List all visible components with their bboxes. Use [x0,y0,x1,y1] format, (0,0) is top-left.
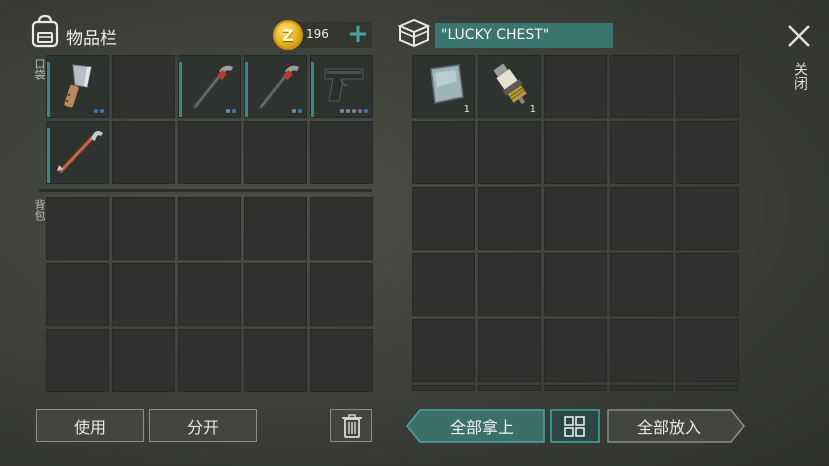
take-all-label: 全部拿上 [449,418,514,437]
backpack-slot[interactable] [178,263,241,326]
chest-slot[interactable] [610,187,673,250]
chest-slot[interactable] [676,187,739,250]
item-quantity: 1 [463,104,470,115]
chest-slot[interactable] [544,55,607,118]
pocket-slot[interactable] [244,55,307,118]
chest-slot[interactable] [412,253,475,316]
rarity-dots [292,109,302,113]
backpack-slot[interactable] [310,329,373,392]
rarity-bar [47,62,50,117]
chest-icon [397,18,431,48]
backpack-slot[interactable] [46,197,109,260]
chest-slot[interactable] [412,319,475,382]
chest-slot[interactable] [412,187,475,250]
chest-name: "LUCKY CHEST" [441,27,550,43]
backpack-slot[interactable] [244,263,307,326]
use-button[interactable]: 使用 [36,409,144,442]
crowbar-icon [258,65,299,110]
grid-icon [564,416,585,437]
backpack-slot[interactable] [310,263,373,326]
chest-slot[interactable] [412,121,475,184]
rarity-dots [94,109,104,113]
pocket-slot[interactable] [310,55,373,118]
chest-slot[interactable] [478,121,541,184]
chest-slot[interactable] [412,385,475,391]
pistol-icon [324,68,364,102]
backpack-slot[interactable] [244,197,307,260]
chest-slot[interactable] [544,121,607,184]
add-coins-button[interactable]: + [346,20,370,48]
rarity-dots [226,109,236,113]
backpack-slot[interactable] [244,329,307,392]
pocket-slot[interactable] [178,121,241,184]
split-button[interactable]: 分开 [149,409,257,442]
crowbar-icon [192,65,233,110]
chest-slot[interactable] [610,319,673,382]
cleaver-icon [64,64,92,108]
chest-slot[interactable]: 1 [412,55,475,118]
chest-slot[interactable]: 1 [478,55,541,118]
take-all-button[interactable]: 全部拿上 [406,409,545,443]
section-divider [39,189,372,192]
backpack-slot[interactable] [46,329,109,392]
backpack-slot[interactable] [310,197,373,260]
chest-slot[interactable] [544,253,607,316]
backpack-slot[interactable] [178,197,241,260]
item-quantity: 1 [529,104,536,115]
chest-slot[interactable] [610,253,673,316]
pocket-slot[interactable] [112,55,175,118]
chest-slot[interactable] [676,253,739,316]
chest-slot[interactable] [676,55,739,118]
inventory-title: 物品栏 [66,29,117,49]
close-icon[interactable] [785,22,813,50]
chest-slot[interactable] [478,319,541,382]
chest-slot[interactable] [544,385,607,391]
coin-count: 196 [306,27,329,41]
rarity-bar [179,62,182,117]
chest-slot[interactable] [544,187,607,250]
chest-slot[interactable] [544,319,607,382]
coin-icon: Z [273,20,303,50]
put-all-label: 全部放入 [636,418,701,437]
pocket-label: 口袋 [33,58,46,80]
backpack-icon [31,14,59,48]
put-all-button[interactable]: 全部放入 [607,409,745,443]
rusty-crowbar-icon [57,131,103,173]
backpack-slot[interactable] [178,329,241,392]
pocket-slot[interactable] [310,121,373,184]
rarity-dots [340,109,368,113]
chest-slot[interactable] [610,121,673,184]
backpack-slot[interactable] [112,197,175,260]
chest-slot[interactable] [478,253,541,316]
chest-slot[interactable] [610,385,673,391]
rarity-bar [245,62,248,117]
trash-icon [342,414,362,438]
backpack-slot[interactable] [112,329,175,392]
pocket-slot[interactable] [244,121,307,184]
chest-slot[interactable] [676,385,739,391]
chest-slot[interactable] [676,121,739,184]
backpack-slot[interactable] [46,263,109,326]
chest-slot[interactable] [478,187,541,250]
chest-slot[interactable] [478,385,541,391]
sort-button[interactable] [550,409,600,443]
backpack-label: 背包 [33,199,46,221]
close-label[interactable]: 关闭 [792,62,808,90]
pocket-slot[interactable] [46,55,109,118]
chest-slot[interactable] [610,55,673,118]
pocket-slot[interactable] [112,121,175,184]
chest-slot[interactable] [676,319,739,382]
rarity-bar [47,128,50,183]
trash-button[interactable] [330,409,372,442]
backpack-slot[interactable] [112,263,175,326]
rarity-bar [311,62,314,117]
pocket-slot[interactable] [46,121,109,184]
chest-name-box: "LUCKY CHEST" [435,23,613,48]
pocket-slot[interactable] [178,55,241,118]
